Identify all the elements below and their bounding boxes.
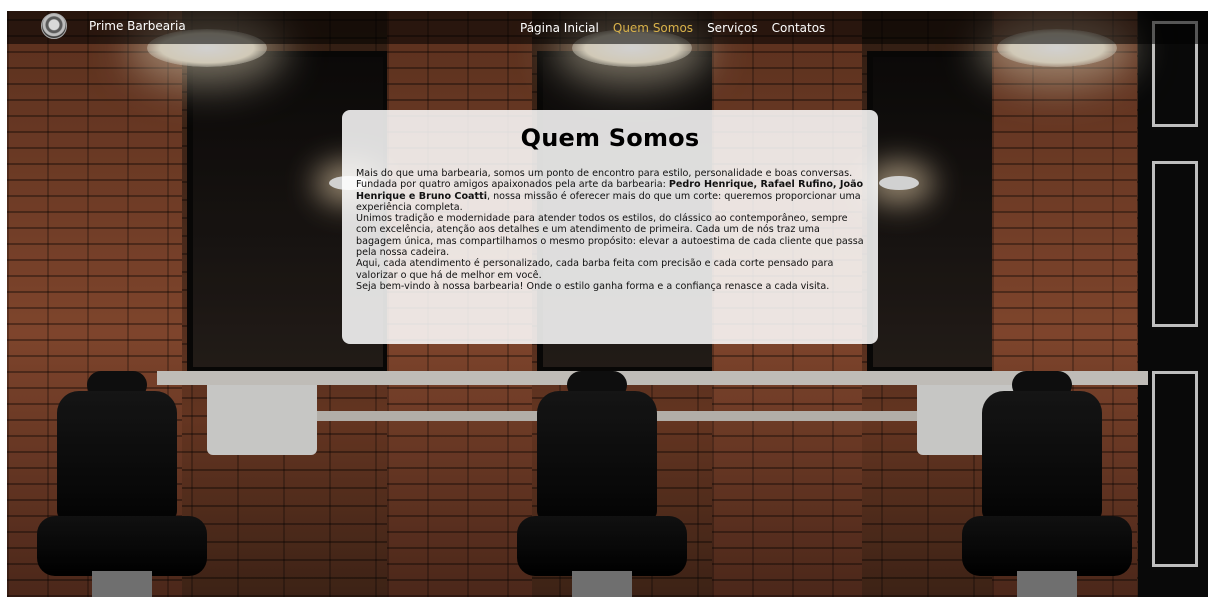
about-text: Mais do que uma barbearia, somos um pont…	[356, 168, 864, 292]
nav-link-pagina-inicial[interactable]: Página Inicial	[520, 21, 599, 35]
top-navbar: Prime Barbearia Página Inicial Quem Somo…	[7, 11, 1208, 44]
about-paragraph-1: Mais do que uma barbearia, somos um pont…	[356, 168, 864, 213]
brand-link[interactable]: Prime Barbearia	[41, 13, 186, 39]
about-paragraph-4: Seja bem-vindo à nossa barbearia! Onde o…	[356, 280, 830, 292]
nav-link-quem-somos[interactable]: Quem Somos	[613, 21, 693, 35]
about-title: Quem Somos	[520, 124, 700, 152]
nav-menu: Página Inicial Quem Somos Serviços Conta…	[520, 21, 839, 35]
brand-name: Prime Barbearia	[89, 19, 186, 33]
about-card: Quem Somos Mais do que uma barbearia, so…	[342, 110, 878, 344]
nav-link-servicos[interactable]: Serviços	[707, 21, 758, 35]
about-paragraph-3: Aqui, cada atendimento é personalizado, …	[356, 258, 834, 281]
page-frame: Prime Barbearia Página Inicial Quem Somo…	[7, 11, 1208, 597]
barber-skull-logo-icon	[41, 13, 67, 39]
nav-link-contatos[interactable]: Contatos	[772, 21, 826, 35]
about-paragraph-2: Unimos tradição e modernidade para atend…	[356, 213, 864, 259]
